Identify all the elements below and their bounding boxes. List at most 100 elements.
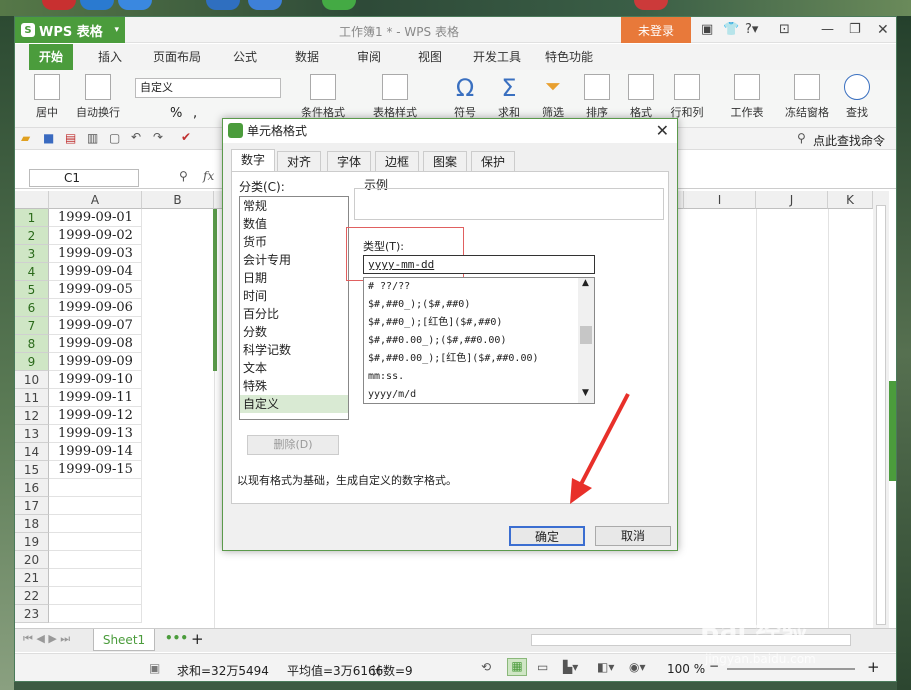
column-header-a[interactable]: A [49,191,142,209]
cell[interactable]: 1999-09-05 [49,281,142,299]
tab-protection[interactable]: 保护 [471,151,515,171]
add-sheet-icon[interactable]: + [191,630,204,648]
preview-icon[interactable]: ▢ [109,131,120,145]
column-header-j[interactable]: J [756,191,828,209]
cell[interactable]: 1999-09-04 [49,263,142,281]
category-item[interactable]: 特殊 [240,377,348,395]
tab-insert[interactable]: 插入 [98,44,122,70]
row-header[interactable]: 12 [15,407,49,425]
column-header-k[interactable]: K [828,191,873,209]
symbol-button[interactable]: Ω 符号 [445,74,485,120]
scrollbar-thumb[interactable] [876,205,886,625]
cell[interactable]: 1999-09-15 [49,461,142,479]
row-header[interactable]: 5 [15,281,49,299]
restore-icon[interactable]: ❐ [849,22,861,37]
row-header[interactable]: 18 [15,515,49,533]
cell[interactable] [49,569,142,587]
fx-icon[interactable]: fx [203,169,214,183]
row-header[interactable]: 2 [15,227,49,245]
sheet-nav-icons[interactable]: ⏮ ◀ ▶ ⏭ [23,632,70,646]
row-header[interactable]: 9 [15,353,49,371]
row-header[interactable]: 14 [15,443,49,461]
category-item[interactable]: 日期 [240,269,348,287]
close-icon[interactable]: ✕ [656,121,669,140]
table-style-button[interactable]: 表格样式 [367,74,423,120]
category-item[interactable]: 常规 [240,197,348,215]
format-list-scrollbar[interactable]: ▲ ▼ [578,278,594,403]
format-item[interactable]: $#,##0_);($#,##0) [364,296,594,314]
tab-review[interactable]: 审阅 [357,44,381,70]
format-item[interactable]: $#,##0_);[红色]($#,##0) [364,314,594,332]
sum-button[interactable]: Σ 求和 [489,74,529,120]
history-icon[interactable]: ⟲ [481,660,491,674]
tab-home[interactable]: 开始 [29,44,74,70]
app-menu-button[interactable]: S WPS 表格 ▾ [15,17,125,43]
row-col-button[interactable]: 行和列 [663,74,711,120]
format-button[interactable]: 格式 [621,74,661,120]
row-header[interactable]: 15 [15,461,49,479]
row-header[interactable]: 21 [15,569,49,587]
percent-button[interactable]: % [170,106,182,121]
cell[interactable] [49,587,142,605]
ok-button[interactable]: 确定 [509,526,585,546]
row-header[interactable]: 13 [15,425,49,443]
row-header[interactable]: 16 [15,479,49,497]
cell[interactable] [49,605,142,623]
tab-data[interactable]: 数据 [295,44,319,70]
layout-icon[interactable]: ▙▾ [563,660,578,674]
cell[interactable] [49,533,142,551]
scroll-up-icon[interactable]: ▲ [582,278,589,288]
row-header[interactable]: 8 [15,335,49,353]
cell[interactable]: 1999-09-01 [49,209,142,227]
cell[interactable] [49,479,142,497]
merge-center-button[interactable]: 居中 [27,74,67,120]
column-header-i[interactable]: I [684,191,756,209]
conditional-format-button[interactable]: 条件格式 [295,74,351,120]
category-item[interactable]: 货币 [240,233,348,251]
cell[interactable] [49,515,142,533]
zoom-search-icon[interactable]: ⚲ [179,169,188,183]
sheet-tab[interactable]: Sheet1 [93,629,155,651]
save-icon[interactable]: ■ [43,131,54,145]
row-header[interactable]: 20 [15,551,49,569]
format-list[interactable]: # ??/?? $#,##0_);($#,##0) $#,##0_);[红色](… [363,277,595,404]
page-view-icon[interactable]: ▭ [537,660,548,674]
search-icon[interactable]: ⚲ [797,131,806,145]
name-box[interactable]: C1 [29,169,139,187]
undo-icon[interactable]: ↶ [131,130,141,144]
number-format-select[interactable]: 自定义 [135,78,281,98]
corner-cell[interactable] [15,191,49,209]
column-header-b[interactable]: B [142,191,214,209]
tab-formulas[interactable]: 公式 [233,44,257,70]
tab-pattern[interactable]: 图案 [423,151,467,171]
type-input[interactable]: yyyy-mm-dd [363,255,595,274]
tab-alignment[interactable]: 对齐 [277,151,321,171]
tab-view[interactable]: 视图 [418,44,442,70]
cell[interactable]: 1999-09-10 [49,371,142,389]
close-icon[interactable]: ✕ [877,22,889,38]
tab-number[interactable]: 数字 [231,149,275,171]
folder-icon[interactable]: ▰ [21,131,30,145]
sort-button[interactable]: 排序 [577,74,617,120]
freeze-panes-button[interactable]: 冻结窗格 [779,74,835,120]
row-header[interactable]: 19 [15,533,49,551]
category-item[interactable]: 会计专用 [240,251,348,269]
tab-special[interactable]: 特色功能 [545,44,593,70]
filter-button[interactable]: ⏷ 筛选 [533,74,573,120]
row-header[interactable]: 23 [15,605,49,623]
category-item[interactable]: 文本 [240,359,348,377]
row-header[interactable]: 3 [15,245,49,263]
cell[interactable]: 1999-09-02 [49,227,142,245]
tab-developer[interactable]: 开发工具 [473,44,521,70]
tab-border[interactable]: 边框 [375,151,419,171]
more-sheets-icon[interactable]: ••• [165,631,188,645]
category-item-selected[interactable]: 自定义 [240,395,348,413]
pdf-icon[interactable]: ▤ [65,131,76,145]
eye-icon[interactable]: ◧▾ [597,660,614,674]
format-item[interactable]: $#,##0.00_);($#,##0.00) [364,332,594,350]
normal-view-icon[interactable]: ▦ [507,658,527,676]
delete-button[interactable]: 删除(D) [247,435,339,455]
row-header[interactable]: 10 [15,371,49,389]
cancel-button[interactable]: 取消 [595,526,671,546]
row-header[interactable]: 4 [15,263,49,281]
